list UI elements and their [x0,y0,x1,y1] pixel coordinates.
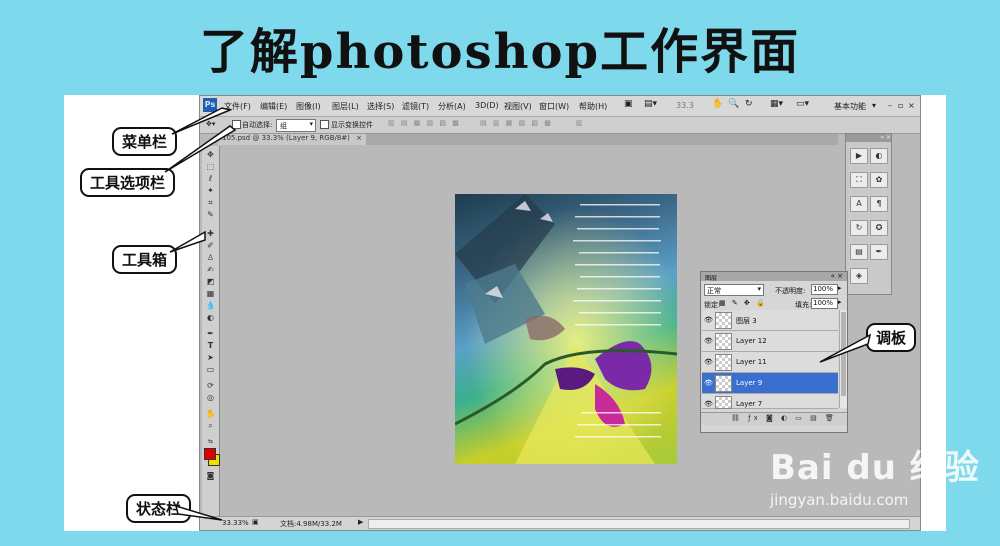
watermark-url: jingyan.baidu.com [770,491,909,509]
baidu-watermark: Bai du 经验 jingyan.baidu.com [770,440,980,509]
watermark-brand: Bai du 经验 [770,448,980,488]
foreground-color-swatch[interactable] [204,448,216,460]
